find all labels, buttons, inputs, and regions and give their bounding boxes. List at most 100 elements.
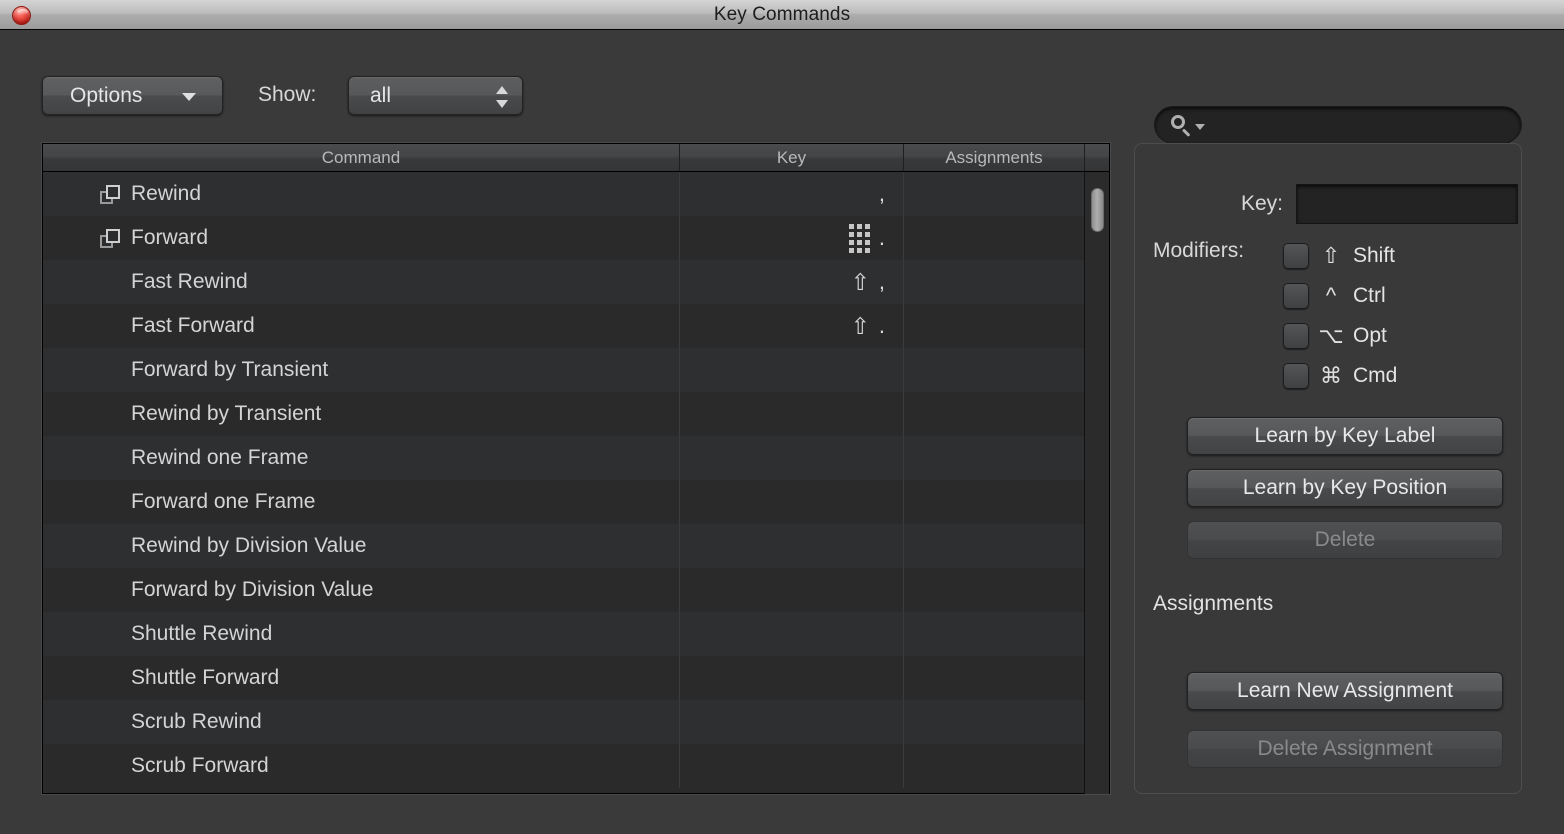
modifier-label-ctrl: Ctrl bbox=[1353, 284, 1386, 307]
table-row[interactable]: Shuttle Forward bbox=[43, 656, 1109, 700]
learn-by-key-label-button[interactable]: Learn by Key Label bbox=[1187, 417, 1503, 455]
scrollbar-thumb[interactable] bbox=[1091, 188, 1104, 232]
control-caret-icon: ^ bbox=[1325, 283, 1337, 308]
cell-assignments bbox=[904, 392, 1085, 436]
command-name: Rewind one Frame bbox=[131, 446, 309, 469]
column-header-assignments[interactable]: Assignments bbox=[904, 144, 1085, 171]
command-name: Rewind by Transient bbox=[131, 402, 322, 425]
column-header-spacer bbox=[1085, 144, 1109, 171]
close-button[interactable] bbox=[12, 6, 31, 25]
cell-assignments bbox=[904, 348, 1085, 392]
cell-command: Rewind bbox=[43, 172, 680, 216]
modifier-label-opt: Opt bbox=[1353, 324, 1387, 347]
cell-key: , bbox=[680, 172, 904, 216]
table-row[interactable]: Forward. bbox=[43, 216, 1109, 260]
command-key-icon: ⌘ bbox=[1320, 363, 1342, 388]
cell-key bbox=[680, 348, 904, 392]
stepper-up-down-icon[interactable] bbox=[496, 85, 508, 109]
table-row[interactable]: Forward one Frame bbox=[43, 480, 1109, 524]
table-row[interactable]: Scrub Forward bbox=[43, 744, 1109, 788]
table-row[interactable]: Fast Rewind ⇧, bbox=[43, 260, 1109, 304]
table-row[interactable]: Fast Forward ⇧. bbox=[43, 304, 1109, 348]
cell-assignments bbox=[904, 524, 1085, 568]
window-title: Key Commands bbox=[713, 3, 851, 25]
cell-assignments bbox=[904, 172, 1085, 216]
command-name: Fast Rewind bbox=[131, 270, 248, 293]
cell-assignments bbox=[904, 260, 1085, 304]
delete-assignment-button[interactable]: Delete Assignment bbox=[1187, 730, 1503, 768]
search-field[interactable] bbox=[1154, 106, 1522, 144]
assignments-heading: Assignments bbox=[1153, 592, 1274, 615]
modifier-checkbox-cmd[interactable] bbox=[1283, 363, 1309, 389]
command-name: Forward by Division Value bbox=[131, 578, 374, 601]
cell-key bbox=[680, 612, 904, 656]
cell-command: Scrub Rewind bbox=[43, 700, 680, 744]
table-row[interactable]: Rewind one Frame bbox=[43, 436, 1109, 480]
command-name: Scrub Forward bbox=[131, 754, 269, 777]
command-name: Scrub Rewind bbox=[131, 710, 262, 733]
cell-key bbox=[680, 744, 904, 788]
column-header-command[interactable]: Command bbox=[43, 144, 680, 171]
modifier-row-ctrl: ^ Ctrl bbox=[1283, 276, 1397, 316]
modifier-checkbox-shift[interactable] bbox=[1283, 243, 1309, 269]
command-name: Rewind by Division Value bbox=[131, 534, 367, 557]
show-filter-value: all bbox=[370, 83, 392, 107]
modifier-checkbox-ctrl[interactable] bbox=[1283, 283, 1309, 309]
search-input[interactable] bbox=[1211, 115, 1507, 135]
table-row[interactable]: Shuttle Rewind bbox=[43, 612, 1109, 656]
cell-key: . bbox=[680, 216, 904, 260]
modifier-row-opt: ⌥ Opt bbox=[1283, 316, 1397, 356]
modifier-label-cmd: Cmd bbox=[1353, 364, 1398, 387]
search-magnifier-icon[interactable] bbox=[1171, 115, 1191, 137]
cell-key bbox=[680, 392, 904, 436]
cell-command: Rewind one Frame bbox=[43, 436, 680, 480]
command-name: Fast Forward bbox=[131, 314, 255, 337]
cell-assignments bbox=[904, 612, 1085, 656]
table-row[interactable]: Rewind by Transient bbox=[43, 392, 1109, 436]
key-inspector-panel: Key: Modifiers: ⇧ Shift ^ Ctrl ⌥ Opt ⌘ Cmd Lear… bbox=[1134, 143, 1522, 794]
cell-assignments bbox=[904, 304, 1085, 348]
modifier-checkbox-opt[interactable] bbox=[1283, 323, 1309, 349]
table-header-row: Command Key Assignments bbox=[43, 144, 1109, 172]
table-row[interactable]: Rewind, bbox=[43, 172, 1109, 216]
command-name: Forward by Transient bbox=[131, 358, 329, 381]
table-vertical-scrollbar[interactable] bbox=[1084, 172, 1109, 794]
cell-command: Scrub Forward bbox=[43, 744, 680, 788]
modifier-row-shift: ⇧ Shift bbox=[1283, 236, 1397, 276]
cell-assignments bbox=[904, 480, 1085, 524]
cell-key bbox=[680, 700, 904, 744]
key-character: , bbox=[878, 269, 885, 294]
cell-key bbox=[680, 524, 904, 568]
cascade-windows-icon bbox=[100, 228, 120, 248]
cell-key bbox=[680, 656, 904, 700]
learn-new-assignment-button[interactable]: Learn New Assignment bbox=[1187, 672, 1503, 710]
cell-command: Forward one Frame bbox=[43, 480, 680, 524]
options-button-label: Options bbox=[70, 83, 143, 107]
learn-by-key-position-button[interactable]: Learn by Key Position bbox=[1187, 469, 1503, 507]
cell-assignments bbox=[904, 744, 1085, 788]
cell-key: ⇧, bbox=[680, 260, 904, 304]
cell-command: Rewind by Division Value bbox=[43, 524, 680, 568]
table-body: Rewind, Forward. Fast Rewind ⇧, Fast Forward… bbox=[43, 172, 1109, 794]
cell-key bbox=[680, 568, 904, 612]
cell-assignments bbox=[904, 216, 1085, 260]
cell-command: Forward by Division Value bbox=[43, 568, 680, 612]
column-header-key[interactable]: Key bbox=[680, 144, 904, 171]
options-button[interactable]: Options bbox=[42, 76, 223, 115]
cell-assignments bbox=[904, 656, 1085, 700]
cell-assignments bbox=[904, 436, 1085, 480]
table-row[interactable]: Forward by Transient bbox=[43, 348, 1109, 392]
delete-button[interactable]: Delete bbox=[1187, 521, 1503, 559]
cell-key bbox=[680, 436, 904, 480]
modifier-label-shift: Shift bbox=[1353, 244, 1396, 267]
key-input[interactable] bbox=[1296, 184, 1518, 224]
show-filter-select[interactable]: all bbox=[348, 76, 523, 115]
table-row[interactable]: Scrub Rewind bbox=[43, 700, 1109, 744]
table-row[interactable]: Forward by Division Value bbox=[43, 568, 1109, 612]
command-name: Forward one Frame bbox=[131, 490, 316, 513]
search-menu-triangle-down-icon[interactable] bbox=[1195, 124, 1205, 130]
cell-command: Rewind by Transient bbox=[43, 392, 680, 436]
cell-command: Forward bbox=[43, 216, 680, 260]
command-name: Shuttle Forward bbox=[131, 666, 280, 689]
table-row[interactable]: Rewind by Division Value bbox=[43, 524, 1109, 568]
